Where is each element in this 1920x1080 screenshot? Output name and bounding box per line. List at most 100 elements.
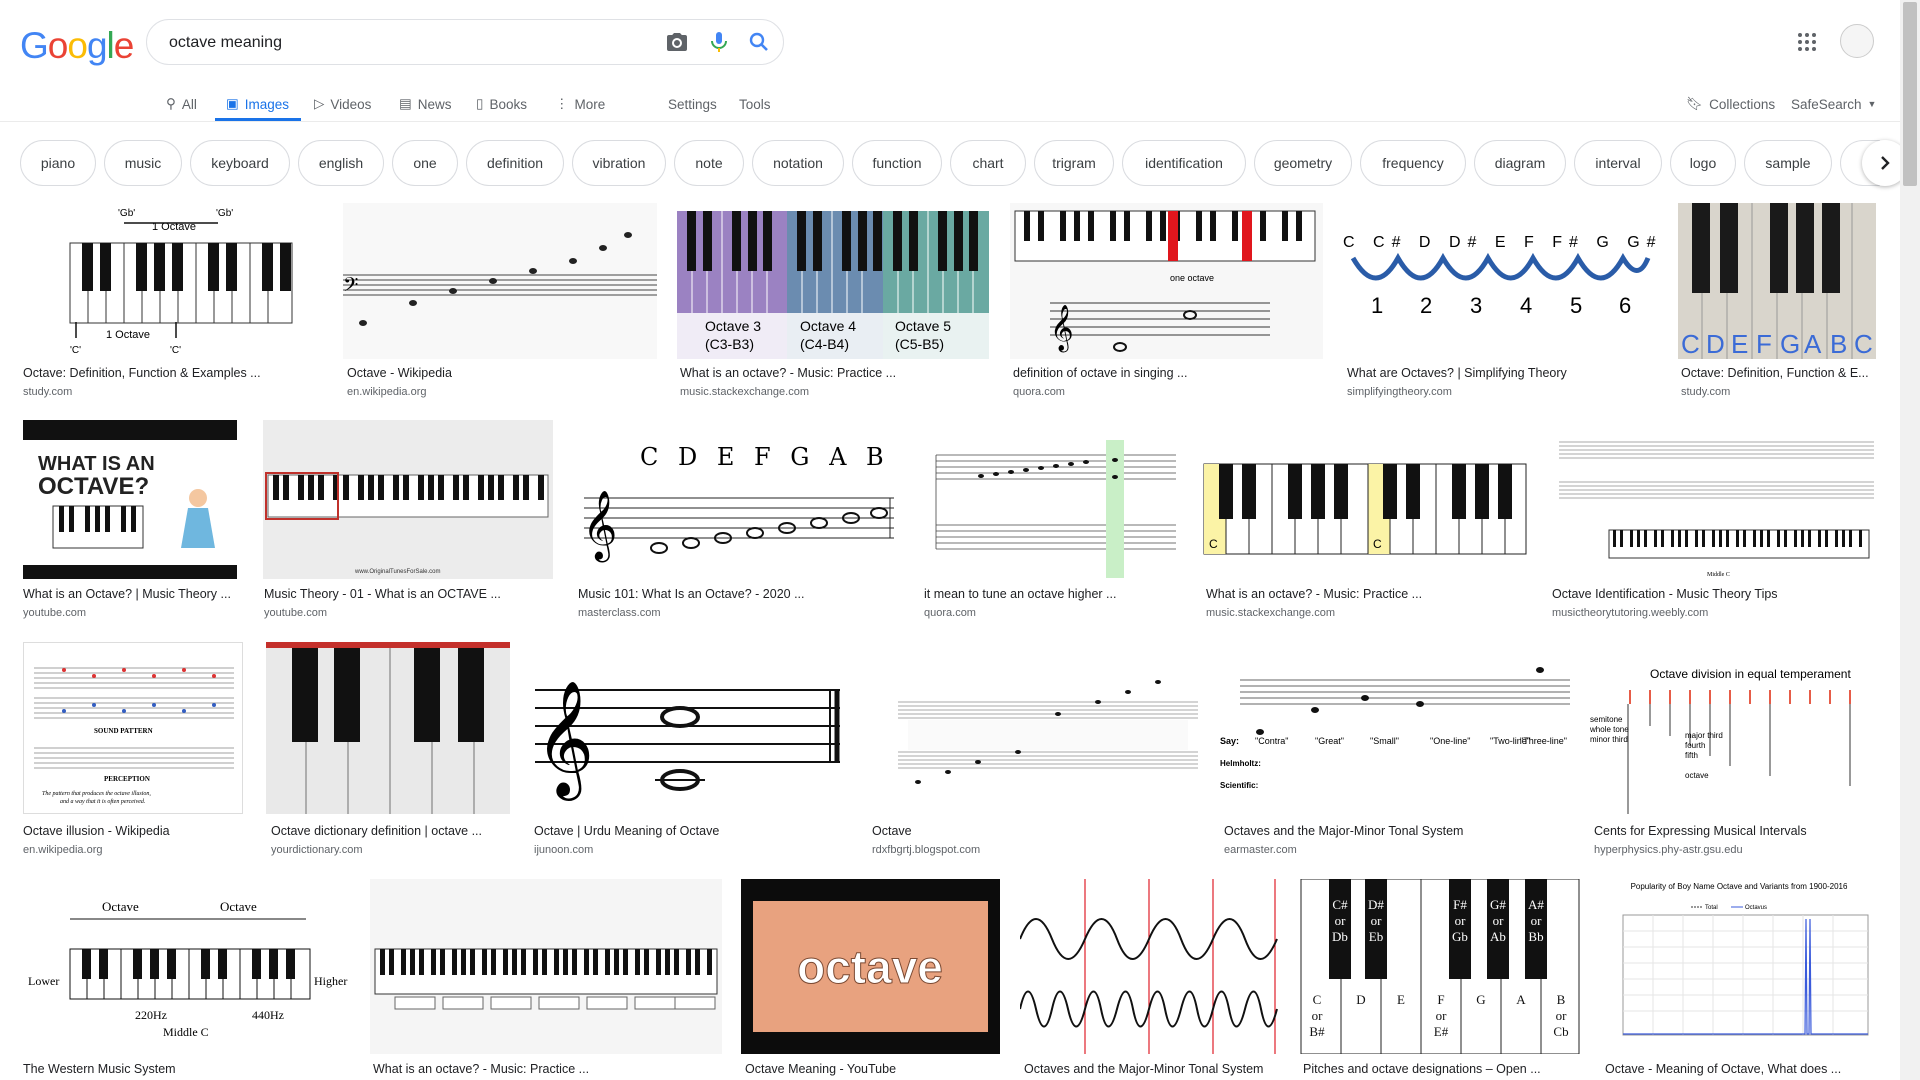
chip[interactable]: diagram [1474,140,1566,186]
chip[interactable]: notation [752,140,844,186]
chip[interactable]: frequency [1360,140,1466,186]
image-thumbnail[interactable]: octave [741,879,1000,1054]
search-input[interactable] [167,30,651,56]
result-source[interactable]: youtube.com [23,607,86,619]
result-title[interactable]: What is an octave? - Music: Practice ... [1206,587,1446,601]
tab-more[interactable]: ⋮ More [555,90,605,118]
result-title[interactable]: Music 101: What Is an Octave? - 2020 ... [578,587,818,601]
result-source[interactable]: en.wikipedia.org [347,386,427,398]
image-thumbnail[interactable]: Middle C [1549,420,1878,579]
result-title[interactable]: it mean to tune an octave higher ... [924,587,1164,601]
result-title[interactable]: Octave | Urdu Meaning of Octave [534,824,794,838]
result-source[interactable]: quora.com [1013,386,1065,398]
result-title[interactable]: definition of octave in singing ... [1013,366,1273,380]
image-thumbnail[interactable]: C D E F G A B C [1678,203,1876,359]
chip[interactable]: one [392,140,458,186]
image-thumbnail[interactable] [868,642,1200,814]
chip[interactable]: function [852,140,942,186]
result-source[interactable]: masterclass.com [578,607,661,619]
safesearch-dropdown[interactable]: SafeSearch ▼ [1791,90,1876,118]
result-title[interactable]: What is an octave? - Music: Practice ... [680,366,920,380]
image-thumbnail[interactable]: Octave Octave Lower Higher 220Hz 440Hz M… [20,879,350,1054]
chip[interactable]: trigram [1034,140,1114,186]
result-title[interactable]: Octave illusion - Wikipedia [23,824,243,838]
image-thumbnail[interactable]: 'Gb' 1 Octave 'Gb' 1 Octave 'C' 'C' [20,203,323,359]
result-source[interactable]: music.stackexchange.com [1206,607,1335,619]
chip[interactable]: interval [1574,140,1662,186]
image-thumbnail[interactable]: C# or Db D# or Eb F# or Gb G# or Ab A# or Bb Cor B#… [1299,879,1582,1054]
image-thumbnail[interactable] [266,642,510,814]
result-source[interactable]: rdxfbgrtj.blogspot.com [872,844,980,856]
result-title[interactable]: What are Octaves? | Simplifying Theory [1347,366,1647,380]
image-thumbnail[interactable]: WHAT IS AN OCTAVE? [23,420,237,579]
result-source[interactable]: musictheorytutoring.weebly.com [1552,607,1708,619]
google-logo[interactable]: Google [20,25,134,67]
result-title[interactable]: The Western Music System [23,1062,323,1076]
result-source[interactable]: en.wikipedia.org [23,844,103,856]
apps-grid-icon[interactable] [1797,32,1817,52]
image-thumbnail[interactable]: SOUND PATTERN PERCEPTION The pattern tha… [23,642,243,814]
result-source[interactable]: hyperphysics.phy-astr.gsu.edu [1594,844,1743,856]
result-source[interactable]: ijunoon.com [534,844,593,856]
result-source[interactable]: simplifyingtheory.com [1347,386,1452,398]
chip[interactable]: geometry [1254,140,1352,186]
result-title[interactable]: Music Theory - 01 - What is an OCTAVE ..… [264,587,504,601]
collections-link[interactable]: 🔖︎ Collections [1686,90,1775,118]
chip[interactable]: vibration [572,140,666,186]
mic-icon[interactable] [707,30,731,54]
search-icon[interactable] [747,30,771,54]
result-source[interactable]: study.com [1681,386,1730,398]
result-source[interactable]: music.stackexchange.com [680,386,809,398]
chip[interactable]: chart [950,140,1026,186]
image-thumbnail[interactable]: www.OriginalTunesForSale.com [263,420,553,579]
result-source[interactable]: study.com [23,386,72,398]
tools-link[interactable]: Tools [739,90,771,118]
result-title[interactable]: What is an octave? - Music: Practice ... [373,1062,613,1076]
result-title[interactable]: What is an Octave? | Music Theory ... [23,587,233,601]
result-title[interactable]: Octave [872,824,1072,838]
settings-link[interactable]: Settings [668,90,717,118]
image-thumbnail[interactable]: Octave division in equal temperament sem… [1590,642,1878,814]
chip[interactable]: logo [1670,140,1736,186]
result-title[interactable]: Octaves and the Major-Minor Tonal System [1224,824,1524,838]
result-source[interactable]: yourdictionary.com [271,844,363,856]
search-box[interactable] [146,19,784,65]
result-title[interactable]: Octave - Meaning of Octave, What does ..… [1605,1062,1865,1076]
scrollbar-thumb[interactable] [1903,2,1917,186]
image-thumbnail[interactable] [921,420,1182,579]
account-avatar[interactable] [1840,24,1874,58]
chip[interactable]: note [674,140,744,186]
result-title[interactable]: Octaves and the Major-Minor Tonal System [1024,1062,1274,1076]
chip[interactable]: sample [1744,140,1832,186]
tab-books[interactable]: ▯ Books [476,90,527,118]
result-title[interactable]: Octave: Definition, Function & E... [1681,366,1871,380]
result-title[interactable]: Octave - Wikipedia [347,366,627,380]
image-thumbnail[interactable] [1020,879,1279,1054]
chip[interactable]: piano [20,140,96,186]
image-thumbnail[interactable]: Octave 3 (C3-B3) Octave 4 (C4-B4) Octave… [677,203,989,359]
chip[interactable]: definition [466,140,564,186]
chip[interactable]: music [104,140,182,186]
result-title[interactable]: Octave Identification - Music Theory Tip… [1552,587,1872,601]
tab-images[interactable]: ▣ Images [226,90,289,118]
tab-news[interactable]: ▤ News [399,90,452,118]
result-source[interactable]: youtube.com [264,607,327,619]
result-title[interactable]: Octave dictionary definition | octave ..… [271,824,491,838]
image-thumbnail[interactable] [370,879,722,1054]
image-thumbnail[interactable]: C C [1202,420,1529,579]
result-source[interactable]: earmaster.com [1224,844,1297,856]
result-title[interactable]: Pitches and octave designations – Open .… [1303,1062,1553,1076]
image-thumbnail[interactable]: Say: "Contra" "Great" "Small" "One-line"… [1220,642,1570,814]
chip[interactable]: identification [1122,140,1246,186]
tab-videos[interactable]: ▷ Videos [314,90,371,118]
image-thumbnail[interactable]: 𝄢 [343,203,657,359]
result-title[interactable]: Cents for Expressing Musical Intervals [1594,824,1874,838]
image-thumbnail[interactable]: C D E F G A B C 𝄞 [574,420,901,579]
result-title[interactable]: Octave: Definition, Function & Examples … [23,366,273,380]
image-thumbnail[interactable]: C C# D D# E F F# G G# A A# B C 1 2 3 4 5… [1343,203,1657,359]
result-title[interactable]: Octave Meaning - YouTube [745,1062,975,1076]
image-thumbnail[interactable]: 𝄞 [530,642,848,814]
image-thumbnail[interactable]: one octave 𝄞 [1010,203,1323,359]
tab-all[interactable]: ⚲ All [166,90,197,118]
image-thumbnail[interactable]: Popularity of Boy Name Octave and Varian… [1601,879,1878,1054]
